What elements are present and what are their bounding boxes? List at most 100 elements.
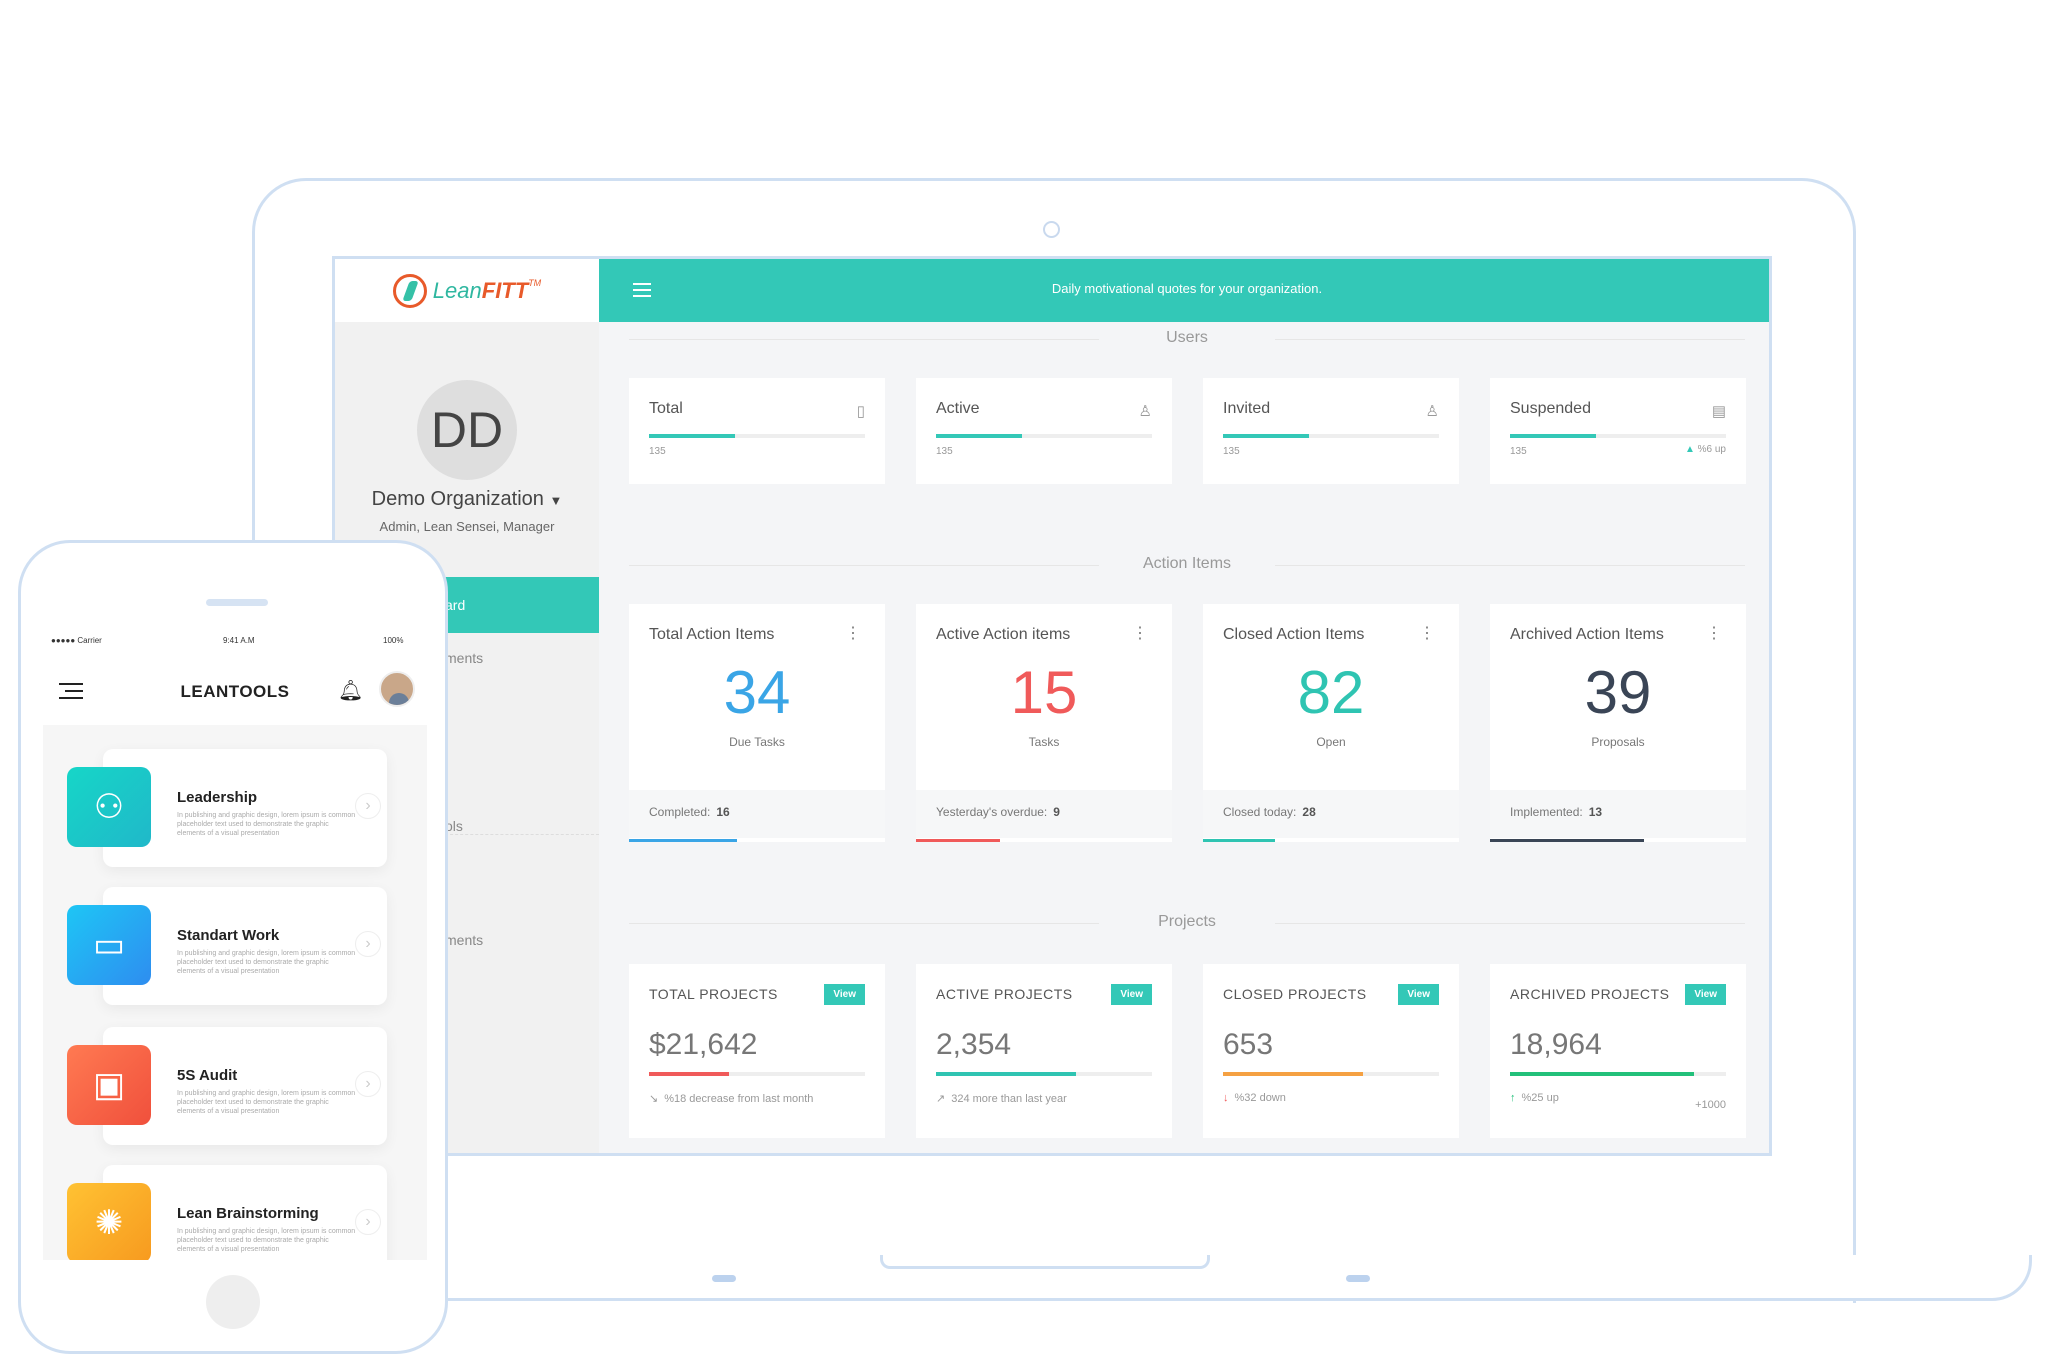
laptop-foot: [1346, 1275, 1370, 1282]
sidebar-item[interactable]: ments: [445, 932, 483, 948]
card-value: 15: [1010, 659, 1078, 726]
progress-fill: [1223, 434, 1310, 438]
card-value: 39: [1584, 659, 1652, 726]
arrow-up-icon: ↑: [1510, 1092, 1516, 1104]
user-card-active[interactable]: Active ♙ 135: [916, 378, 1172, 484]
motivational-quote: Daily motivational quotes for your organ…: [1051, 281, 1323, 296]
card-label: Total Action Items: [649, 626, 775, 643]
brain-icon: ✺: [67, 1183, 151, 1260]
card-count: 135: [1223, 446, 1240, 457]
view-button[interactable]: View: [1111, 984, 1152, 1005]
dashboard-content: Users Total ▯ 135 Active ♙ 135 Invited ♙…: [599, 322, 1769, 1153]
chevron-right-icon[interactable]: ›: [355, 1209, 381, 1235]
laptop-camera: [1043, 221, 1060, 238]
action-card-archived[interactable]: Archived Action Items ⋮ 39 Proposals Imp…: [1490, 604, 1746, 842]
progress-track: [1510, 1072, 1726, 1076]
home-button[interactable]: [206, 1275, 260, 1329]
people-icon: ⚇: [67, 767, 151, 847]
card-footer: Implemented: 13: [1490, 790, 1746, 842]
status-time: 9:41 A.M: [223, 636, 255, 645]
tool-name: Lean Brainstorming: [177, 1205, 319, 1222]
card-note: ↑ %25 up: [1510, 1092, 1559, 1104]
chevron-right-icon[interactable]: ›: [355, 931, 381, 957]
user-card-invited[interactable]: Invited ♙ 135: [1203, 378, 1459, 484]
progress-fill: [1223, 1072, 1364, 1076]
action-card-total[interactable]: Total Action Items ⋮ 34 Due Tasks Comple…: [629, 604, 885, 842]
view-button[interactable]: View: [1685, 984, 1726, 1005]
more-vert-icon[interactable]: ⋮: [845, 626, 861, 642]
project-card-closed[interactable]: CLOSED PROJECTS View 653 ↓ %32 down: [1203, 964, 1459, 1138]
org-roles: Admin, Lean Sensei, Manager: [379, 519, 555, 534]
card-value: 653: [1223, 1028, 1274, 1061]
sidebar-item[interactable]: ments: [445, 650, 483, 666]
card-footer: Closed today: 28: [1203, 790, 1459, 842]
trend-indicator: ▲ %6 up: [1684, 444, 1726, 455]
action-card-active[interactable]: Active Action items ⋮ 15 Tasks Yesterday…: [916, 604, 1172, 842]
org-switcher[interactable]: Demo Organization ▼: [335, 488, 599, 511]
more-vert-icon[interactable]: ⋮: [1132, 626, 1148, 642]
logo-text: LeanFITTTM: [432, 277, 542, 303]
card-footer: Completed: 16: [629, 790, 885, 842]
tool-5s-audit[interactable]: ▣ 5S Audit In publishing and graphic des…: [43, 1027, 427, 1145]
user-icon: ♙: [1138, 403, 1152, 420]
card-note: ↓ %32 down: [1223, 1092, 1286, 1104]
tablet-icon: ▯: [856, 403, 865, 420]
tool-standart-work[interactable]: ▭ Standart Work In publishing and graphi…: [43, 887, 427, 1005]
progress-fill: [936, 434, 1023, 438]
card-value: 18,964: [1510, 1028, 1602, 1061]
card-sublabel: Open: [1316, 735, 1346, 749]
arrow-down-icon: ↓: [1223, 1092, 1229, 1104]
user-icon: ♙: [1425, 403, 1439, 420]
view-button[interactable]: View: [824, 984, 865, 1005]
card-note: ↘ %18 decrease from last month: [649, 1093, 814, 1105]
progress-track: [1223, 434, 1439, 438]
app-title: LEANTOOLS: [180, 682, 290, 701]
tool-description: In publishing and graphic design, lorem …: [177, 812, 356, 837]
phone-speaker: [206, 599, 268, 606]
tool-lean-brainstorming[interactable]: ✺ Lean Brainstorming In publishing and g…: [43, 1165, 427, 1260]
briefcase-icon: ▭: [67, 905, 151, 985]
org-avatar: DD: [417, 380, 517, 480]
tool-description: In publishing and graphic design, lorem …: [177, 1090, 356, 1115]
card-value: 2,354: [936, 1028, 1012, 1061]
card-label: Active Action items: [936, 626, 1071, 643]
card-underline: [629, 839, 737, 842]
progress-track: [649, 434, 865, 438]
progress-track: [1510, 434, 1726, 438]
chevron-right-icon[interactable]: ›: [355, 793, 381, 819]
view-button[interactable]: View: [1398, 984, 1439, 1005]
card-note: ↗ 324 more than last year: [936, 1093, 1067, 1105]
phone-frame: ●●●●● Carrier 9:41 A.M 100% LEANTOOLS 🔔︎…: [18, 540, 448, 1354]
action-card-closed[interactable]: Closed Action Items ⋮ 82 Open Closed tod…: [1203, 604, 1459, 842]
id-card-icon: ▤: [1711, 403, 1726, 420]
card-sublabel: Proposals: [1591, 735, 1645, 749]
logo[interactable]: LeanFITTTM: [335, 259, 599, 322]
more-vert-icon[interactable]: ⋮: [1419, 626, 1435, 642]
card-underline: [1203, 839, 1275, 842]
card-sublabel: Tasks: [1028, 735, 1060, 749]
tool-description: In publishing and graphic design, lorem …: [177, 950, 356, 975]
user-card-suspended[interactable]: Suspended ▤ 135 ▲ %6 up: [1490, 378, 1746, 484]
more-vert-icon[interactable]: ⋮: [1706, 626, 1722, 642]
card-label: Active: [936, 400, 980, 417]
avatar[interactable]: [379, 671, 415, 707]
project-card-active[interactable]: ACTIVE PROJECTS View 2,354 ↗ 324 more tha…: [916, 964, 1172, 1138]
dashboard-screen: LeanFITTTM DD Demo Organization ▼ Admin,…: [332, 256, 1772, 1156]
top-bar: Daily motivational quotes for your organ…: [599, 259, 1769, 322]
project-card-total[interactable]: TOTAL PROJECTS View $21,642 ↘ %18 decreas…: [629, 964, 885, 1138]
tool-leadership[interactable]: ⚇ Leadership In publishing and graphic d…: [43, 749, 427, 867]
status-bar: ●●●●● Carrier 9:41 A.M 100%: [43, 625, 427, 655]
bell-icon[interactable]: 🔔︎: [338, 678, 363, 703]
project-card-archived[interactable]: ARCHIVED PROJECTS View 18,964 ↑ %25 up +1…: [1490, 964, 1746, 1138]
laptop-foot: [712, 1275, 736, 1282]
card-label: Closed Action Items: [1223, 626, 1365, 643]
progress-track: [649, 1072, 865, 1076]
user-card-total[interactable]: Total ▯ 135: [629, 378, 885, 484]
card-count: 135: [649, 446, 666, 457]
progress-fill: [936, 1072, 1077, 1076]
chevron-right-icon[interactable]: ›: [355, 1071, 381, 1097]
tool-name: Standart Work: [177, 927, 280, 944]
sidebar-divider: [435, 834, 599, 835]
section-title-users: Users: [629, 329, 1745, 347]
progress-fill: [649, 1072, 729, 1076]
